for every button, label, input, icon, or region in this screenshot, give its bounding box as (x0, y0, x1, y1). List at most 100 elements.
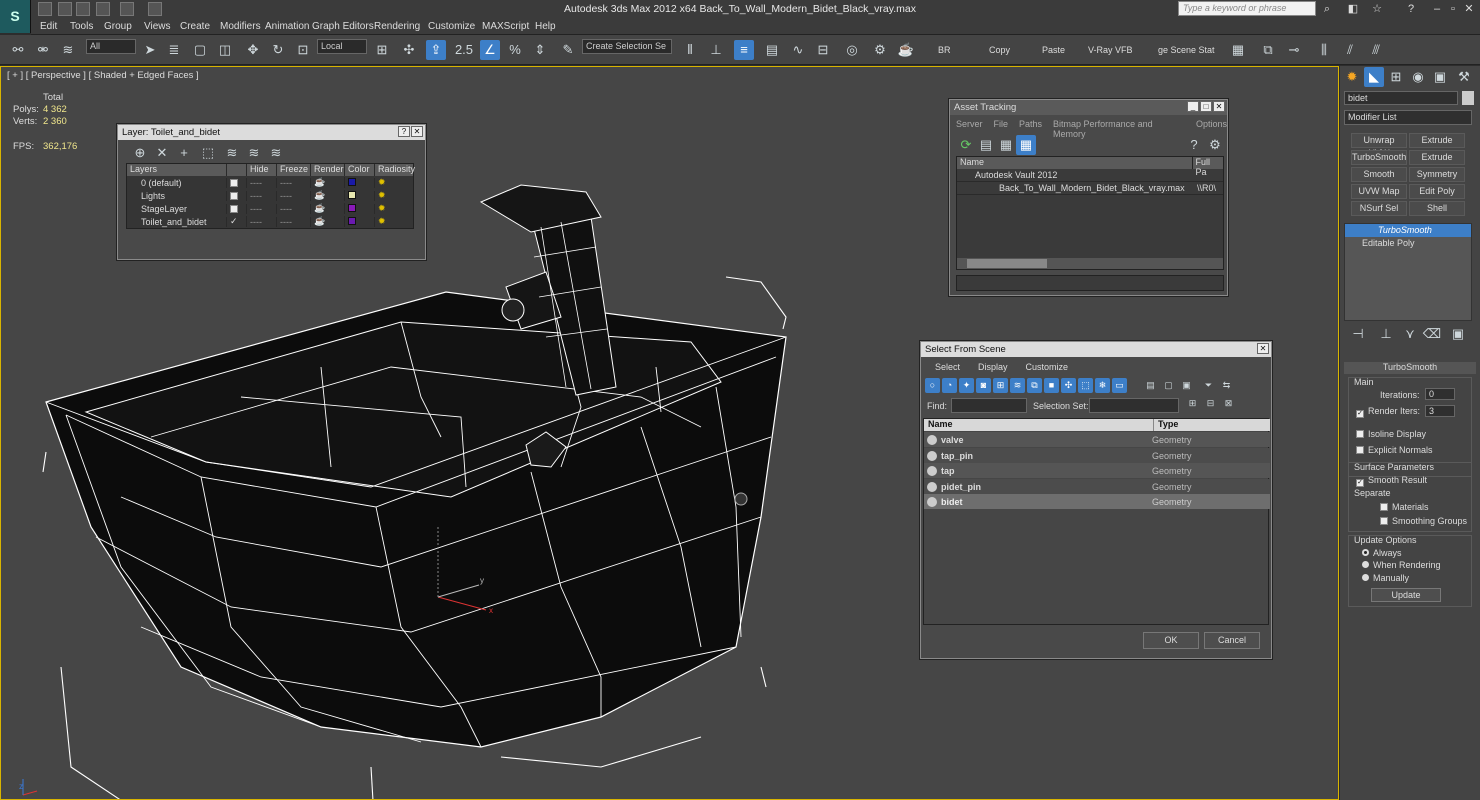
rectangular-selection-icon[interactable]: ▢ (190, 40, 210, 60)
close-icon[interactable]: ✕ (1462, 2, 1476, 16)
app-logo[interactable]: S (0, 0, 31, 33)
spacewarps-filter-icon[interactable]: ≋ (1010, 378, 1025, 393)
create-layer-icon[interactable]: ⊕ (130, 143, 150, 163)
shell-button[interactable]: Shell (1409, 201, 1465, 216)
col-hide[interactable]: Hide (247, 164, 277, 176)
redo-icon[interactable] (120, 2, 134, 16)
layer-color-swatch[interactable] (348, 216, 356, 225)
manually-radio[interactable]: Manually (1362, 573, 1409, 583)
bones-filter-icon[interactable]: ✣ (1061, 378, 1076, 393)
selection-set-dropdown[interactable] (1089, 398, 1179, 413)
named-selection-set-dropdown[interactable]: Create Selection Se (582, 39, 672, 54)
rotate-icon[interactable]: ↻ (268, 40, 288, 60)
remove-modifier-icon[interactable]: ⌫ (1422, 324, 1442, 344)
frozen-filter-icon[interactable]: ❄ (1095, 378, 1110, 393)
menu-animation[interactable]: Animation (265, 21, 309, 32)
select-by-name-icon[interactable]: ≣ (164, 40, 184, 60)
cameras-filter-icon[interactable]: ◙ (976, 378, 991, 393)
hide-toggle[interactable]: ---- (247, 177, 277, 188)
unwrap-uvw-button[interactable]: Unwrap UVW (1351, 133, 1407, 158)
selection-set-remove-icon[interactable]: ⊠ (1221, 396, 1236, 411)
stack-item-turbosmooth[interactable]: TurboSmooth (1345, 224, 1471, 237)
unlink-icon[interactable]: ⚮ (33, 40, 53, 60)
render-teapot-icon[interactable]: ☕ (311, 216, 345, 227)
object-row-selected[interactable]: bidet Geometry (924, 494, 1270, 509)
rollout-header[interactable]: TurboSmooth (1344, 362, 1476, 374)
schematic-view-icon[interactable]: ⊟ (813, 40, 833, 60)
star-icon[interactable]: ☆ (1370, 2, 1384, 16)
turbosmooth-button[interactable]: TurboSmooth (1351, 150, 1407, 165)
asset-menu-bitmap[interactable]: Bitmap Performance and Memory (1053, 119, 1185, 139)
freeze-all-icon[interactable]: ≋ (266, 143, 286, 163)
menu-views[interactable]: Views (144, 21, 171, 32)
layer-row[interactable]: Lights ---- ---- ☕ ✹ (127, 189, 413, 202)
isoline-display-checkbox[interactable]: Isoline Display (1356, 429, 1426, 439)
col-render[interactable]: Render (311, 164, 345, 176)
materials-checkbox[interactable]: Materials (1380, 502, 1429, 512)
hide-toggle[interactable]: ---- (247, 216, 277, 227)
select-invert-icon[interactable]: ▣ (1179, 378, 1194, 393)
delete-layer-icon[interactable]: ✕ (152, 143, 172, 163)
radiosity-icon[interactable]: ✹ (375, 203, 413, 214)
scene-stats-button[interactable]: ge Scene Stat (1158, 45, 1215, 55)
select-none-icon[interactable]: ▢ (1161, 378, 1176, 393)
when-rendering-radio[interactable]: When Rendering (1362, 560, 1441, 570)
selection-set-add-icon[interactable]: ⊞ (1185, 396, 1200, 411)
layer-row[interactable]: 0 (default) ---- ---- ☕ ✹ (127, 176, 413, 189)
menu-maxscript[interactable]: MAXScript (482, 21, 529, 32)
curve-editor-icon[interactable]: ∿ (788, 40, 808, 60)
modifier-list-dropdown[interactable]: Modifier List (1344, 110, 1472, 125)
grid-view-icon[interactable]: ▦ (1016, 135, 1036, 155)
subscription-icon[interactable]: ◧ (1346, 2, 1360, 16)
extra-tool-icon-3[interactable]: ⊸ (1284, 40, 1304, 60)
select-menu-display[interactable]: Display (978, 362, 1008, 372)
object-row[interactable]: pidet_pin Geometry (924, 479, 1270, 494)
select-menu-customize[interactable]: Customize (1026, 362, 1069, 372)
menu-create[interactable]: Create (180, 21, 210, 32)
settings-icon[interactable]: ⚙ (1205, 135, 1225, 155)
modify-tab-icon[interactable]: ◣ (1364, 67, 1384, 87)
geometry-filter-icon[interactable]: ○ (925, 378, 940, 393)
material-editor-icon[interactable]: ◎ (842, 40, 862, 60)
window-crossing-icon[interactable]: ◫ (215, 40, 235, 60)
graphite-tools-icon[interactable]: ▤ (762, 40, 782, 60)
col-name[interactable]: Name (924, 419, 1154, 431)
menu-customize[interactable]: Customize (428, 21, 475, 32)
render-iters-checkbox-label[interactable]: ✓ Render Iters: (1356, 406, 1420, 418)
menu-group[interactable]: Group (104, 21, 132, 32)
scrollbar-thumb[interactable] (967, 259, 1047, 268)
object-row[interactable]: tap_pin Geometry (924, 448, 1270, 463)
search-input[interactable]: Type a keyword or phrase (1178, 1, 1316, 16)
menu-modifiers[interactable]: Modifiers (220, 21, 261, 32)
symmetry-button[interactable]: Symmetry (1409, 167, 1465, 182)
col-name[interactable]: Name (957, 157, 1193, 169)
mirror-icon[interactable]: ⫴ (680, 40, 700, 60)
radiosity-icon[interactable]: ✹ (375, 190, 413, 201)
render-teapot-icon[interactable]: ☕ (311, 190, 345, 201)
scale-icon[interactable]: ⊡ (293, 40, 313, 60)
current-layer-checkbox[interactable] (230, 178, 238, 187)
always-radio[interactable]: Always (1362, 548, 1402, 558)
hide-toggle[interactable]: ---- (247, 190, 277, 201)
edit-named-selection-icon[interactable]: ✎ (558, 40, 578, 60)
iterations-spinner[interactable]: 0 (1425, 388, 1455, 400)
uvw-map-button[interactable]: UVW Map (1351, 184, 1407, 199)
stack-item-editable-poly[interactable]: Editable Poly (1345, 237, 1471, 250)
select-object-icon[interactable]: ➤ (140, 40, 160, 60)
col-type[interactable]: Type (1154, 419, 1178, 431)
groups-filter-icon[interactable]: ⧉ (1027, 378, 1042, 393)
show-end-result-icon[interactable]: ⊥ (1376, 324, 1396, 344)
select-objects-icon[interactable]: ⬚ (198, 143, 218, 163)
restore-icon[interactable]: ▫ (1446, 2, 1460, 16)
layer-color-swatch[interactable] (348, 177, 356, 186)
layer-row[interactable]: StageLayer ---- ---- ☕ ✹ (127, 202, 413, 215)
extra-tool-icon-5[interactable]: ⫽ (1340, 40, 1360, 60)
explicit-normals-checkbox[interactable]: Explicit Normals (1356, 445, 1433, 455)
binoculars-icon[interactable]: ⌕ (1320, 2, 1334, 16)
utilities-tab-icon[interactable]: ⚒ (1454, 67, 1474, 87)
reference-coord-dropdown[interactable]: Local (317, 39, 367, 54)
update-button[interactable]: Update (1371, 588, 1441, 602)
asset-row[interactable]: Back_To_Wall_Modern_Bidet_Black_vray.max… (957, 182, 1223, 195)
asset-row[interactable]: Autodesk Vault 2012 (957, 169, 1223, 182)
layer-color-swatch[interactable] (348, 203, 356, 212)
